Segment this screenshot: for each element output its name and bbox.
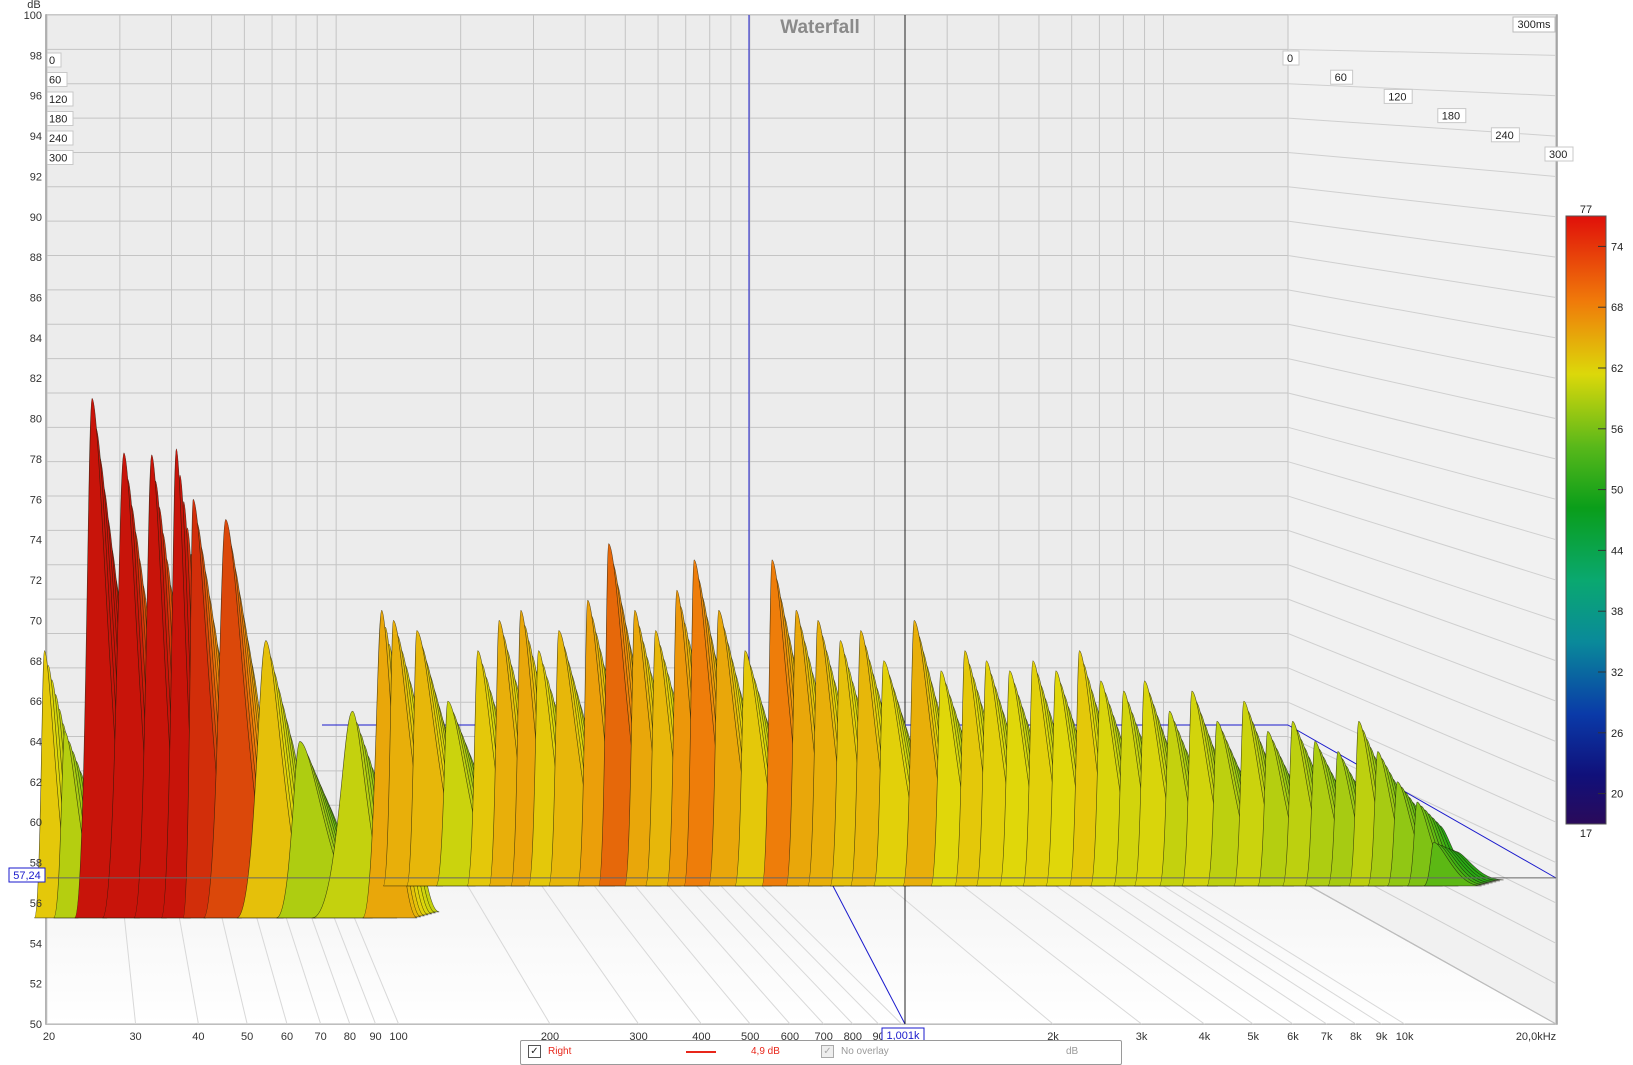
y-tick-label: 60 [30, 817, 42, 829]
right-checkbox[interactable]: ✓ [528, 1045, 541, 1058]
x-tick-label: 30 [129, 1031, 141, 1043]
x-tick-label: 10k [1396, 1031, 1414, 1043]
x-tick-label: 40 [192, 1031, 204, 1043]
left-time-label: 300 [49, 153, 67, 165]
colorbar-tick-label: 38 [1611, 606, 1623, 618]
time-tick-label: 300 [1549, 149, 1567, 161]
legend-overlay-label: No overlay [841, 1046, 889, 1057]
left-time-label: 180 [49, 114, 67, 126]
x-tick-label: 3k [1136, 1031, 1148, 1043]
time-tick-label: 240 [1495, 130, 1513, 142]
cursor-level-label[interactable]: 57,24 [13, 870, 41, 882]
colorbar-tick-label: 26 [1611, 728, 1623, 740]
x-tick-label: 5k [1247, 1031, 1259, 1043]
left-time-label: 240 [49, 133, 67, 145]
y-tick-label: 56 [30, 898, 42, 910]
y-tick-label: 68 [30, 656, 42, 668]
y-tick-label: 66 [30, 696, 42, 708]
left-time-label: 60 [49, 75, 61, 87]
chart-title: Waterfall [780, 17, 860, 38]
x-tick-label: 60 [281, 1031, 293, 1043]
x-tick-label: 8k [1350, 1031, 1362, 1043]
x-tick-label: 80 [344, 1031, 356, 1043]
y-tick-label: 96 [30, 91, 42, 103]
time-range-label: 300ms [1517, 19, 1551, 31]
y-tick-label: 86 [30, 293, 42, 305]
x-tick-label: 20,0kHz [1516, 1031, 1556, 1043]
time-tick-label: 120 [1388, 91, 1406, 103]
time-tick-label: 60 [1335, 72, 1347, 84]
colorbar-tick-label: 62 [1611, 363, 1623, 375]
y-tick-label: 80 [30, 414, 42, 426]
y-tick-label: 62 [30, 777, 42, 789]
legend-bar: ✓ Right 4,9 dB ✓ No overlay dB [520, 1040, 1122, 1065]
y-tick-label: 50 [30, 1019, 42, 1031]
time-tick-label: 0 [1287, 53, 1293, 65]
y-tick-label: 100 [24, 10, 42, 22]
y-tick-label: 76 [30, 494, 42, 506]
x-tick-label: 4k [1199, 1031, 1211, 1043]
y-tick-label: 82 [30, 373, 42, 385]
legend-right-level: 4,9 dB [751, 1046, 780, 1057]
colorbar-tick-label: 56 [1611, 424, 1623, 436]
colorbar-tick-label: 74 [1611, 241, 1623, 253]
x-tick-label: 90 [369, 1031, 381, 1043]
left-time-label: 120 [49, 94, 67, 106]
colorbar-tick-label: 50 [1611, 485, 1623, 497]
waterfall-chart[interactable]: 060120180240300 Waterfall 300ms dB 50525… [0, 0, 1633, 1065]
x-tick-label: 6k [1287, 1031, 1299, 1043]
colorbar-tick-label: 20 [1611, 789, 1623, 801]
x-tick-label: 100 [389, 1031, 407, 1043]
y-tick-label: 54 [30, 938, 42, 950]
legend-right-swatch [686, 1051, 716, 1053]
colorbar-tick-label: 44 [1611, 545, 1623, 557]
colorbar-min-label: 17 [1580, 828, 1592, 840]
legend-right-label: Right [548, 1046, 572, 1057]
y-tick-label: 84 [30, 333, 42, 345]
y-tick-label: 94 [30, 131, 42, 143]
y-tick-label: 98 [30, 50, 42, 62]
x-tick-label: 50 [241, 1031, 253, 1043]
time-tick-label: 180 [1442, 111, 1460, 123]
colorbar-max-label: 77 [1580, 204, 1592, 216]
y-tick-label: 64 [30, 736, 42, 748]
x-tick-label: 20 [43, 1031, 55, 1043]
x-tick-label: 7k [1321, 1031, 1333, 1043]
y-tick-label: 88 [30, 252, 42, 264]
legend-overlay-unit: dB [1066, 1046, 1079, 1057]
x-tick-label: 70 [315, 1031, 327, 1043]
y-tick-label: 70 [30, 615, 42, 627]
y-tick-label: 78 [30, 454, 42, 466]
colorbar-tick-label: 68 [1611, 302, 1623, 314]
colorbar-tick-label: 32 [1611, 667, 1623, 679]
y-tick-label: 52 [30, 979, 42, 991]
y-tick-label: 92 [30, 171, 42, 183]
overlay-checkbox[interactable]: ✓ [821, 1045, 834, 1058]
x-tick-label: 9k [1376, 1031, 1388, 1043]
left-time-label: 0 [49, 55, 55, 67]
y-tick-label: 90 [30, 212, 42, 224]
y-tick-label: 72 [30, 575, 42, 587]
y-tick-label: 74 [30, 535, 42, 547]
